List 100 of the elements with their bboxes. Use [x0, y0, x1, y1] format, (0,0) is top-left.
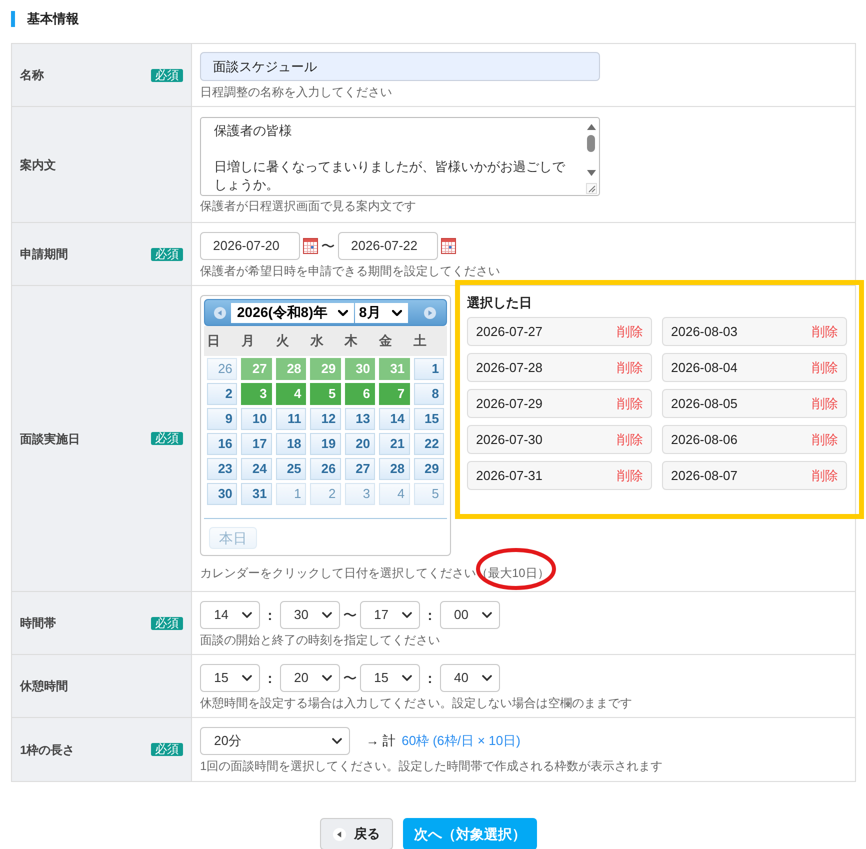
calendar-day[interactable]: 31: [241, 483, 272, 505]
calendar-day[interactable]: 21: [379, 433, 410, 455]
calendar-day[interactable]: 5: [414, 483, 444, 505]
calendar-day[interactable]: 1: [414, 358, 444, 380]
calendar-day[interactable]: 28: [379, 458, 410, 480]
calendar-day[interactable]: 18: [276, 433, 306, 455]
weekday-label: 水: [310, 332, 324, 350]
minute-select[interactable]: 30: [280, 601, 340, 629]
hour-select[interactable]: 14: [200, 601, 260, 629]
calendar-day[interactable]: 16: [207, 433, 238, 455]
message-textarea[interactable]: 保護者の皆様 日増しに暑くなってまいりましたが、皆様いかがお過ごしでしょうか。: [200, 117, 600, 196]
calendar-day[interactable]: 8: [414, 383, 444, 405]
delete-link[interactable]: 削除: [617, 430, 643, 450]
month-select[interactable]: 8月: [355, 302, 408, 322]
delete-link[interactable]: 削除: [812, 322, 838, 342]
calendar-day[interactable]: 7: [379, 383, 410, 405]
message-paragraph: 保護者の皆様: [214, 122, 292, 140]
year-select[interactable]: 2026(令和8)年: [231, 302, 354, 322]
calendar-day[interactable]: 10: [241, 408, 272, 430]
selected-date: 2026-07-30: [476, 430, 542, 449]
calendar-day[interactable]: 1: [276, 483, 306, 505]
time-colon: :: [426, 668, 434, 688]
calendar-day[interactable]: 27: [344, 458, 376, 480]
calendar-day[interactable]: 19: [310, 433, 341, 455]
calendar-day[interactable]: 6: [344, 383, 376, 405]
field-label: 面談実施日: [20, 430, 80, 448]
selected-date: 2026-08-04: [671, 358, 738, 377]
name-input[interactable]: 面談スケジュール: [200, 52, 600, 81]
calendar-day[interactable]: 22: [414, 433, 444, 455]
calendar-day[interactable]: 26: [310, 458, 341, 480]
chevron-down-icon: [242, 675, 252, 681]
calendar-day[interactable]: 5: [310, 383, 341, 405]
calendar-day[interactable]: 3: [344, 483, 376, 505]
minute-select[interactable]: 00: [440, 601, 500, 629]
hint-text: 保護者が希望日時を申請できる期間を設定してください: [200, 263, 500, 279]
scroll-up-icon[interactable]: [586, 124, 596, 130]
calendar-day[interactable]: 11: [276, 408, 306, 430]
calendar-day[interactable]: 4: [379, 483, 410, 505]
date-input[interactable]: 2026-07-22: [338, 232, 438, 260]
field-label: 申請期間: [20, 246, 68, 263]
calendar-day[interactable]: 12: [310, 408, 341, 430]
selected-date: 2026-07-27: [476, 322, 542, 341]
weekday-label: 土: [414, 332, 427, 350]
calendar-day[interactable]: 15: [414, 408, 444, 430]
calendar-day[interactable]: 13: [344, 408, 376, 430]
hour-select[interactable]: 15: [360, 664, 420, 692]
scroll-down-icon[interactable]: [586, 170, 596, 176]
calendar-day[interactable]: 3: [241, 383, 272, 405]
hint-text: 面談の開始と終了の時刻を指定してください: [200, 632, 440, 648]
time-colon: :: [266, 668, 274, 688]
delete-link[interactable]: 削除: [617, 358, 643, 378]
calendar-day[interactable]: 9: [207, 408, 238, 430]
calendar-icon[interactable]: [441, 238, 456, 254]
calendar-day[interactable]: 29: [414, 458, 444, 480]
calendar-day[interactable]: 30: [207, 483, 238, 505]
delete-link[interactable]: 削除: [617, 466, 643, 486]
delete-link[interactable]: 削除: [812, 358, 838, 378]
weekday-label: 月: [241, 332, 254, 350]
calendar-day[interactable]: 17: [241, 433, 272, 455]
range-separator: 〜: [320, 236, 336, 256]
total-value: 60枠 (6枠/日 × 10日): [402, 732, 520, 750]
total-label: → 計: [366, 732, 396, 750]
minute-select[interactable]: 20: [280, 664, 340, 692]
hint-text: 休憩時間を設定する場合は入力してください。設定しない場合は空欄のままです: [200, 695, 632, 711]
duration-select[interactable]: 20分: [200, 727, 350, 755]
field-label: 時間帯: [20, 615, 56, 632]
scrollbar-thumb[interactable]: [587, 135, 595, 152]
chevron-down-icon: [402, 675, 412, 681]
calendar-day[interactable]: 20: [344, 433, 376, 455]
selected-date: 2026-08-05: [671, 394, 738, 413]
delete-link[interactable]: 削除: [617, 394, 643, 414]
delete-link[interactable]: 削除: [812, 430, 838, 450]
weekday-label: 日: [207, 332, 220, 350]
hint-text: 1回の面談時間を選択してください。設定した時間帯で作成される枠数が表示されます: [200, 758, 663, 774]
minute-select[interactable]: 40: [440, 664, 500, 692]
calendar-day[interactable]: 2: [207, 383, 238, 405]
delete-link[interactable]: 削除: [812, 466, 838, 486]
calendar-day[interactable]: 2: [310, 483, 341, 505]
calendar-day[interactable]: 23: [207, 458, 238, 480]
chevron-down-icon: [402, 612, 412, 618]
calendar-day[interactable]: 24: [241, 458, 272, 480]
delete-link[interactable]: 削除: [812, 394, 838, 414]
calendar-day[interactable]: 14: [379, 408, 410, 430]
calendar-icon[interactable]: [303, 238, 318, 254]
hour-select[interactable]: 17: [360, 601, 420, 629]
weekday-label: 金: [379, 332, 392, 350]
field-label: 1枠の長さ: [20, 742, 75, 758]
calendar-day[interactable]: 25: [276, 458, 306, 480]
resize-grip-icon[interactable]: [586, 183, 596, 194]
date-input[interactable]: 2026-07-20: [200, 232, 300, 260]
hint-text: カレンダーをクリックして日付を選択してください: [200, 565, 476, 581]
chevron-down-icon: [332, 738, 342, 744]
calendar-day[interactable]: 4: [276, 383, 306, 405]
delete-link[interactable]: 削除: [617, 322, 643, 342]
chevron-down-icon: [338, 310, 348, 316]
time-colon: :: [426, 606, 434, 624]
calendar-day[interactable]: 26: [207, 358, 238, 380]
hour-select[interactable]: 15: [200, 664, 260, 692]
next-button[interactable]: 次へ（対象選択）: [403, 818, 537, 849]
back-button[interactable]: 戻る: [320, 818, 393, 849]
